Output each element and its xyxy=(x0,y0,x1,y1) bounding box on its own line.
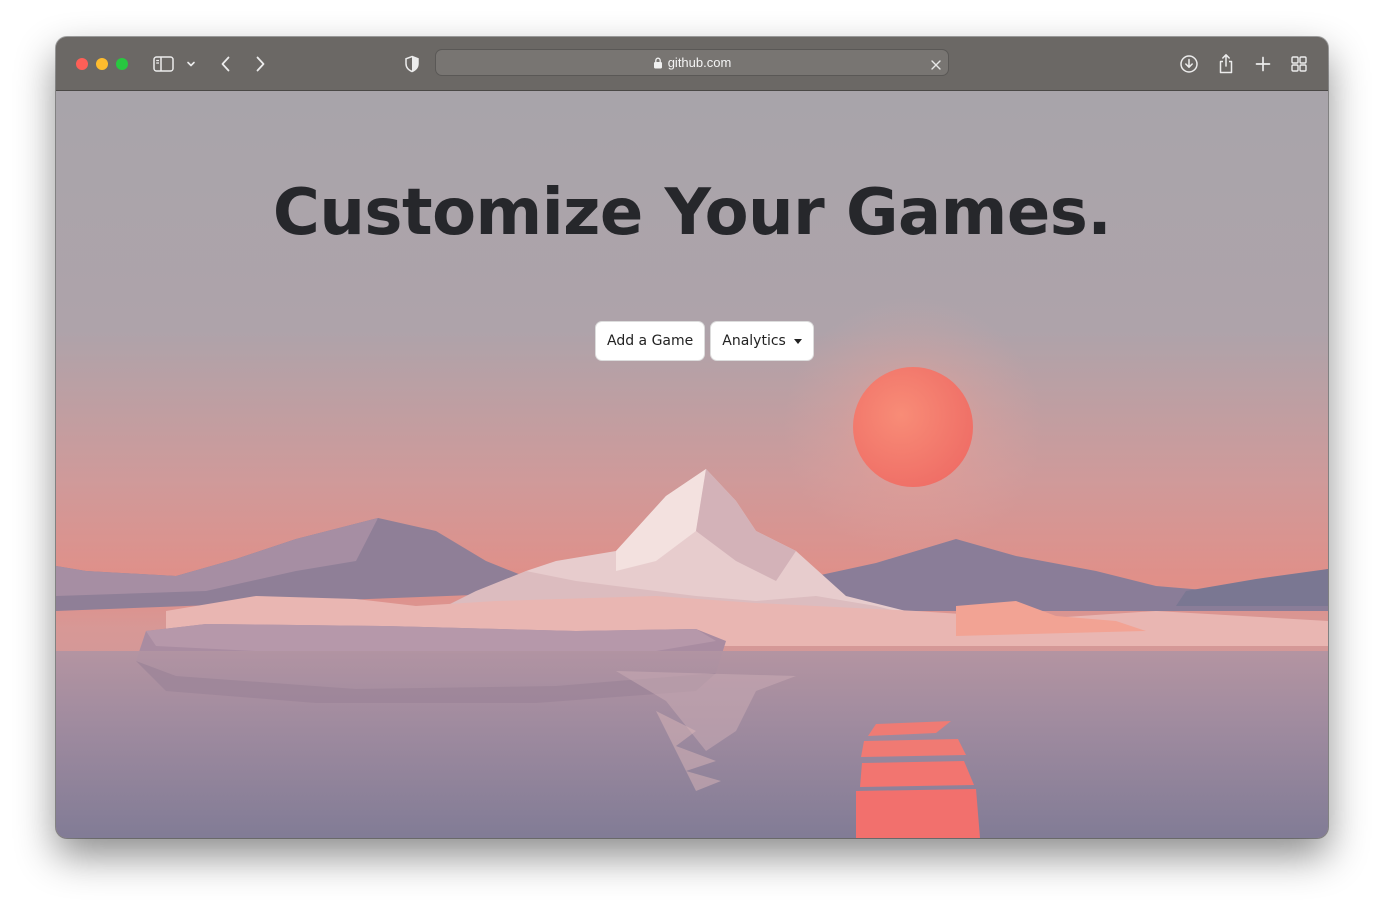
chevron-down-icon[interactable] xyxy=(186,52,196,76)
share-icon[interactable] xyxy=(1217,52,1235,76)
shield-icon[interactable] xyxy=(404,52,420,76)
page-title: Customize Your Games. xyxy=(272,176,1112,250)
forward-icon[interactable] xyxy=(253,52,267,76)
add-game-button[interactable]: Add a Game xyxy=(595,321,706,361)
address-bar[interactable]: github.com xyxy=(435,49,949,76)
back-icon[interactable] xyxy=(219,52,233,76)
minimize-window-button[interactable] xyxy=(96,58,108,70)
caret-down-icon xyxy=(793,338,802,344)
action-button-group: Add a Game Analytics xyxy=(595,321,814,361)
analytics-label: Analytics xyxy=(722,333,786,349)
maximize-window-button[interactable] xyxy=(116,58,128,70)
close-window-button[interactable] xyxy=(76,58,88,70)
browser-window: github.com Customize Your Games. Add a G… xyxy=(56,37,1328,838)
tab-overview-icon[interactable] xyxy=(1290,52,1308,76)
download-icon[interactable] xyxy=(1179,52,1199,76)
analytics-dropdown-button[interactable]: Analytics xyxy=(710,321,814,361)
lock-icon xyxy=(653,57,663,69)
sidebar-icon[interactable] xyxy=(153,52,175,76)
add-game-label: Add a Game xyxy=(607,333,694,349)
page-content: Customize Your Games. Add a Game Analyti… xyxy=(56,91,1328,838)
close-icon[interactable] xyxy=(930,56,942,75)
url-text: github.com xyxy=(667,55,732,70)
browser-toolbar: github.com xyxy=(56,37,1328,91)
new-tab-icon[interactable] xyxy=(1254,52,1272,76)
